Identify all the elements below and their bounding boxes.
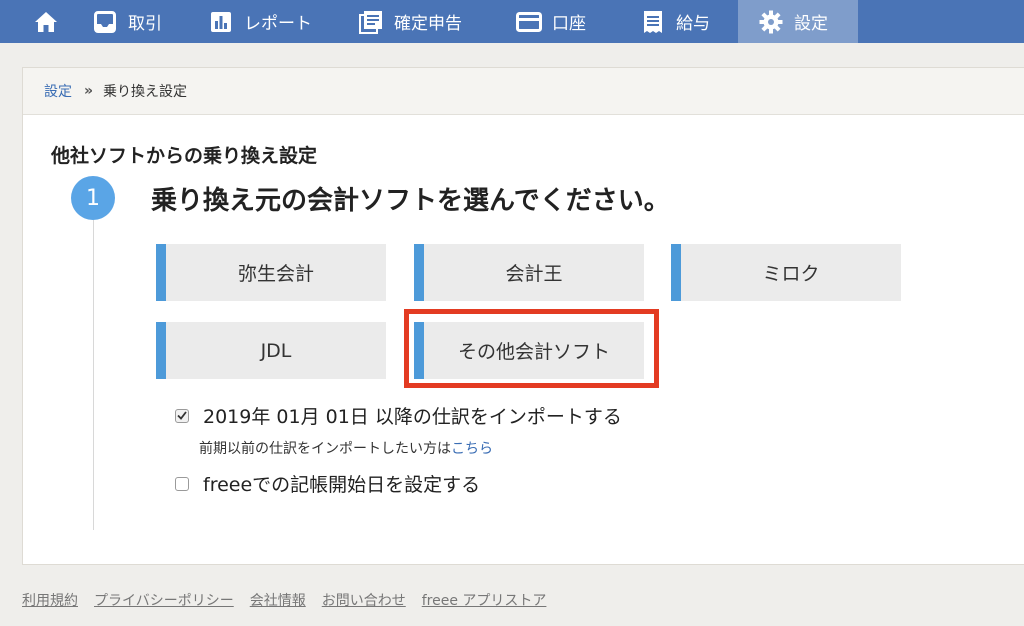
checkmark-icon <box>177 411 187 420</box>
step-number-badge: 1 <box>71 176 115 220</box>
gear-icon <box>758 9 784 35</box>
import-after-checkbox[interactable] <box>175 408 189 423</box>
footer-links: 利用規約 プライバシーポリシー 会社情報 お問い合わせ freee アプリストア <box>22 590 562 610</box>
breadcrumb-separator: » <box>84 83 94 99</box>
prior-period-note: 前期以前の仕訳をインポートしたい方はこちら <box>199 438 493 458</box>
breadcrumb: 設定 » 乗り換え設定 <box>23 68 1024 115</box>
nav-label: 確定申告 <box>394 14 462 34</box>
breadcrumb-settei-link[interactable]: 設定 <box>44 81 72 101</box>
nav-report[interactable]: レポート <box>208 0 358 43</box>
highlight-box <box>404 309 659 388</box>
software-button-yayoi[interactable]: 弥生会計 <box>156 244 386 301</box>
nav-home[interactable] <box>0 0 92 43</box>
top-navigation: 取引 レポート 確定申告 口座 給与 設定 <box>0 0 1024 43</box>
software-button-jdl[interactable]: JDL <box>156 322 386 379</box>
inbox-icon <box>92 9 118 35</box>
nav-torihiki[interactable]: 取引 <box>92 0 208 43</box>
nav-kyuyo[interactable]: 給与 <box>640 0 738 43</box>
start-date-checkbox[interactable] <box>175 476 189 491</box>
step-connector-line <box>93 220 94 530</box>
import-after-option[interactable]: 2019年 01月 01日 以降の仕訳をインポートする <box>175 402 622 429</box>
footer-link-privacy[interactable]: プライバシーポリシー <box>94 590 234 610</box>
breadcrumb-current: 乗り換え設定 <box>103 84 188 100</box>
footer-link-terms[interactable]: 利用規約 <box>22 590 78 610</box>
page-title: 他社ソフトからの乗り換え設定 <box>51 145 318 167</box>
footer-link-company[interactable]: 会社情報 <box>250 590 306 610</box>
start-date-option[interactable]: freeeでの記帳開始日を設定する <box>175 470 480 497</box>
prior-period-text: 前期以前の仕訳をインポートしたい方は <box>199 441 451 457</box>
nav-label: 設定 <box>794 14 828 34</box>
footer-link-contact[interactable]: お問い合わせ <box>322 590 406 610</box>
software-button-kaikeiou[interactable]: 会計王 <box>414 244 644 301</box>
home-icon <box>33 9 59 35</box>
software-button-miroku[interactable]: ミロク <box>671 244 901 301</box>
nav-label: 取引 <box>128 14 162 34</box>
nav-label: 口座 <box>552 14 586 34</box>
receipt-icon <box>640 9 666 35</box>
document-stack-icon <box>358 9 384 35</box>
nav-label: レポート <box>244 14 312 34</box>
footer-link-appstore[interactable]: freee アプリストア <box>422 590 547 610</box>
nav-koza[interactable]: 口座 <box>516 0 640 43</box>
main-panel: 設定 » 乗り換え設定 他社ソフトからの乗り換え設定 1 乗り換え元の会計ソフト… <box>22 67 1024 565</box>
import-after-label: 2019年 01月 01日 以降の仕訳をインポートする <box>203 406 622 428</box>
nav-label: 給与 <box>676 14 710 34</box>
prior-period-link[interactable]: こちら <box>451 441 493 457</box>
bar-chart-icon <box>208 9 234 35</box>
credit-card-icon <box>516 9 542 35</box>
start-date-label: freeeでの記帳開始日を設定する <box>203 474 481 496</box>
nav-settei[interactable]: 設定 <box>738 0 858 43</box>
nav-kakutei-shinkoku[interactable]: 確定申告 <box>358 0 516 43</box>
step-title: 乗り換え元の会計ソフトを選んでください。 <box>151 185 670 216</box>
